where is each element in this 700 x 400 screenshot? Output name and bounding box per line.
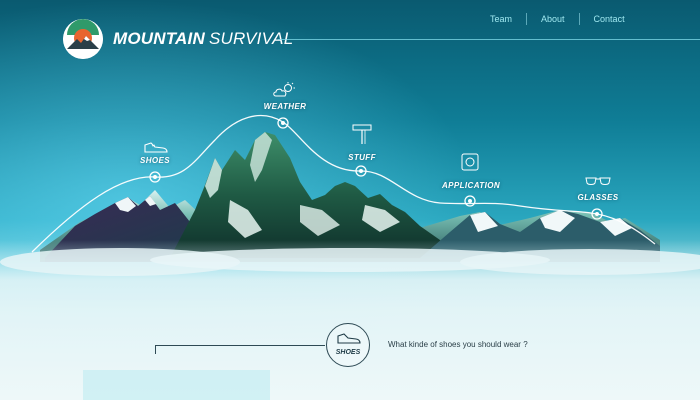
cloud-sun-icon [273,82,295,97]
page: MOUNTAIN SURVIVAL Team About Contact SHOE… [0,0,700,400]
brand-bold: MOUNTAIN [113,29,205,48]
smartphone-app-icon [461,153,479,171]
detail-connector-line [155,345,325,346]
detail-question: What kinde of shoes you should wear ? [388,340,528,349]
selected-category-label: SHOES [335,349,361,356]
waypoint-label-application[interactable]: APPLICATION [442,181,500,190]
sneaker-icon [337,333,361,344]
waypoint-label-weather[interactable]: WEATHER [264,102,307,111]
content-panel [83,370,270,400]
waypoint-label-shoes[interactable]: SHOES [140,156,170,165]
selected-category-badge[interactable]: SHOES [326,323,370,367]
top-nav: Team About Contact [476,13,639,25]
waypoint-label-stuff[interactable]: STUFF [348,153,376,162]
detail-connector-tick [155,345,156,354]
header-divider [278,39,700,40]
brand-title: MOUNTAIN SURVIVAL [113,29,293,49]
nav-item-contact[interactable]: Contact [578,13,639,25]
mountain-sun-logo-icon[interactable] [63,19,103,59]
nav-item-about[interactable]: About [526,13,579,25]
ice-axe-icon [352,124,372,144]
waypoint-label-glasses[interactable]: GLASSES [577,193,618,202]
nav-item-team[interactable]: Team [476,13,526,25]
sneaker-icon [144,142,168,153]
sunglasses-icon [585,177,611,185]
